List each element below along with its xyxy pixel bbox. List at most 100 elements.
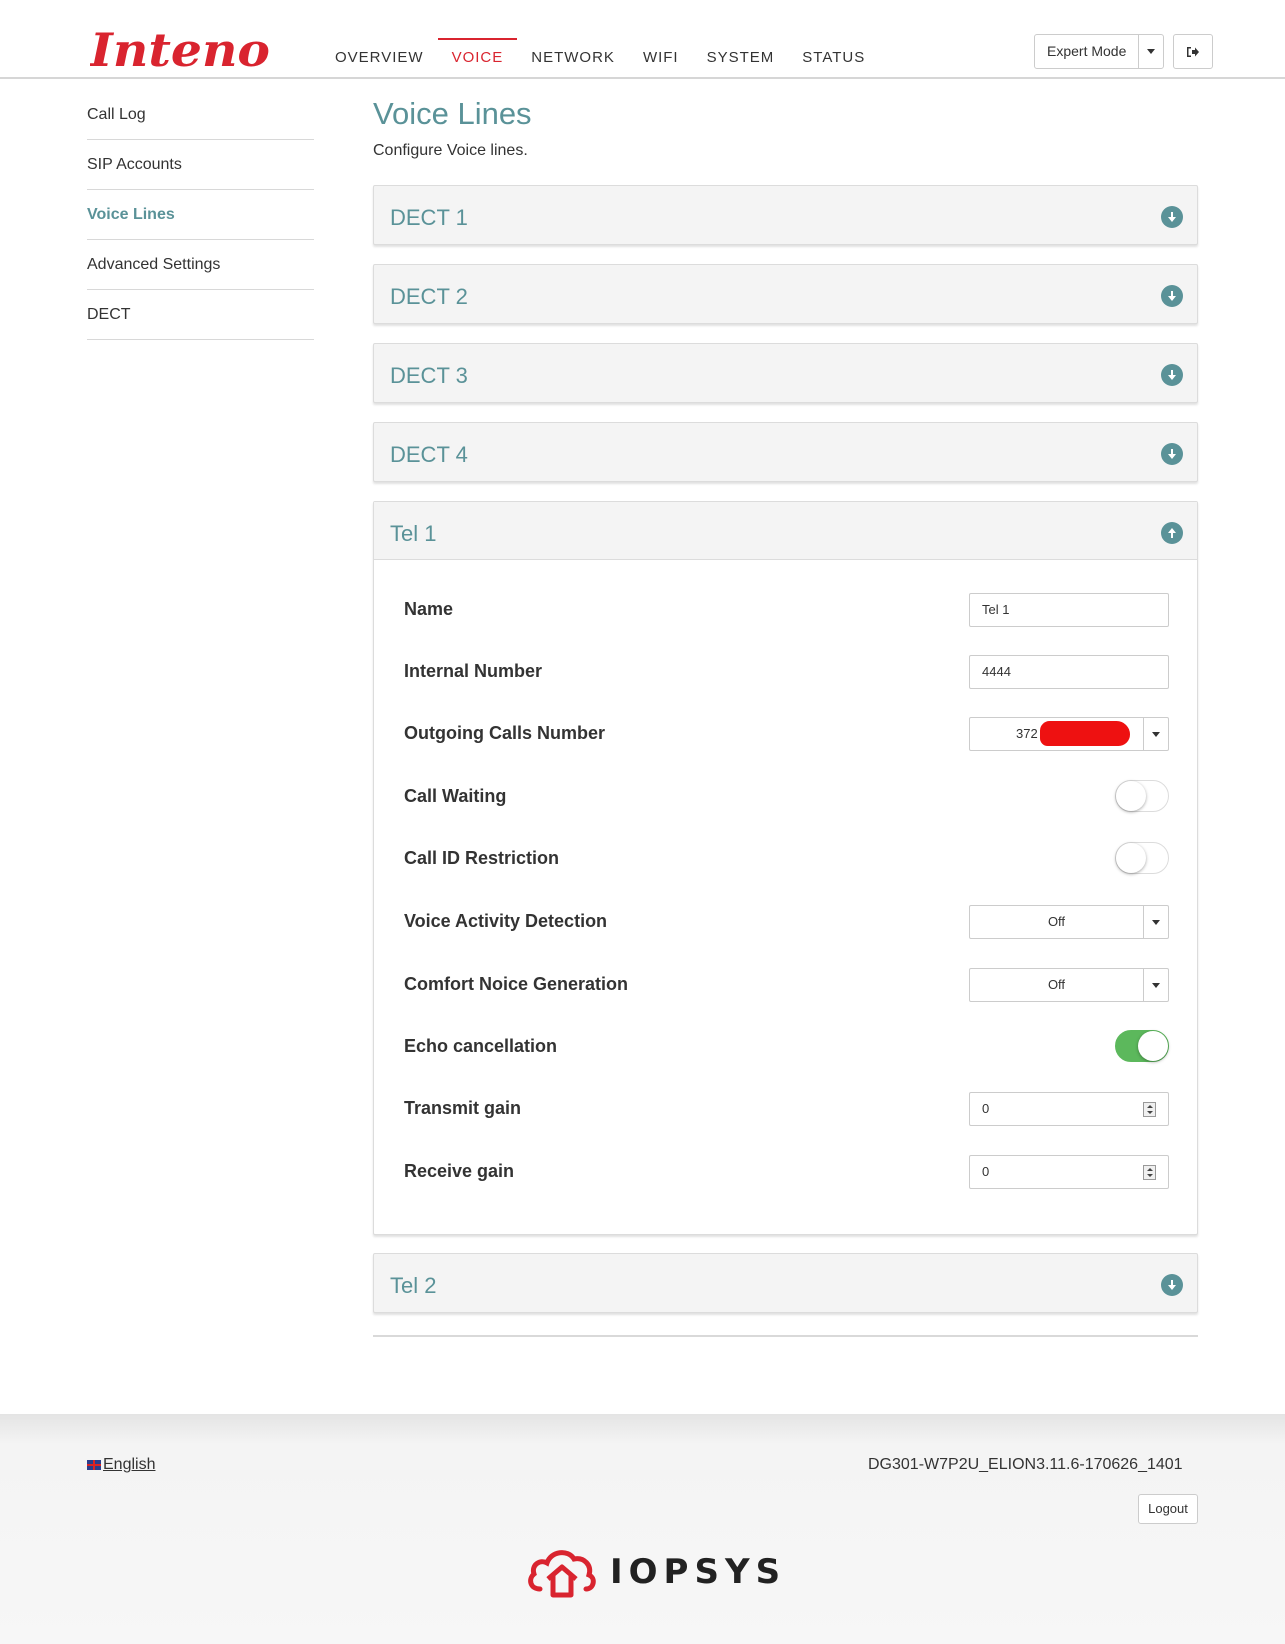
- iopsys-wordmark: IOPSYS: [610, 1552, 787, 1592]
- outgoing-calls-number-select[interactable]: 372: [969, 717, 1169, 751]
- select-value: 372: [1016, 726, 1038, 741]
- row-outgoing-calls-number: Outgoing Calls Number 372: [404, 717, 1169, 757]
- footer: English DG301-W7P2U_ELION3.11.6-170626_1…: [0, 1414, 1285, 1644]
- field-label: Comfort Noice Generation: [404, 974, 629, 994]
- logout-button[interactable]: Logout: [1138, 1494, 1198, 1524]
- row-call-id-restriction: Call ID Restriction: [404, 842, 1169, 882]
- select-value: Off: [1047, 977, 1066, 992]
- row-call-waiting: Call Waiting: [404, 780, 1169, 820]
- iopsys-logo: IOPSYS: [526, 1542, 786, 1602]
- nav-overview[interactable]: OVERVIEW: [320, 38, 438, 78]
- panel-title: DECT 3: [390, 363, 468, 388]
- panel-title: DECT 4: [390, 442, 468, 467]
- chevron-down-icon[interactable]: [1161, 206, 1183, 228]
- chevron-down-icon[interactable]: [1161, 443, 1183, 465]
- internal-number-input[interactable]: 4444: [969, 655, 1169, 689]
- chevron-down-icon[interactable]: [1161, 1274, 1183, 1296]
- dropdown-button[interactable]: [1143, 969, 1168, 1001]
- field-label: Echo cancellation: [404, 1036, 558, 1056]
- name-input[interactable]: Tel 1: [969, 593, 1169, 627]
- firmware-version: DG301-W7P2U_ELION3.11.6-170626_1401: [868, 1456, 1183, 1473]
- voice-activity-detection-select[interactable]: Off: [969, 905, 1169, 939]
- spinner-arrows-icon[interactable]: [1143, 1165, 1156, 1180]
- panel-tel-1: Tel 1 Name Tel 1 Internal Number 4444 Ou…: [373, 501, 1198, 1235]
- row-internal-number: Internal Number 4444: [404, 655, 1169, 695]
- nav-network[interactable]: NETWORK: [517, 38, 629, 78]
- panel-dect-3: DECT 3: [373, 343, 1198, 403]
- page-title: Voice Lines: [373, 96, 532, 131]
- sidebar-item-dect[interactable]: DECT: [87, 290, 314, 340]
- redaction-mark: [1040, 721, 1130, 746]
- panel-header[interactable]: DECT 3: [374, 344, 1197, 402]
- spin-value: 0: [982, 1164, 990, 1179]
- field-label: Transmit gain: [404, 1098, 522, 1118]
- svg-text:Inteno: Inteno: [90, 24, 270, 74]
- panel-header[interactable]: Tel 2: [374, 1254, 1197, 1312]
- row-name: Name Tel 1: [404, 593, 1169, 633]
- panel-header[interactable]: DECT 1: [374, 186, 1197, 244]
- nav-voice[interactable]: VOICE: [437, 38, 518, 78]
- language-label[interactable]: English: [103, 1456, 155, 1474]
- chevron-up-icon[interactable]: [1161, 522, 1183, 544]
- main-nav: OVERVIEW VOICE NETWORK WIFI SYSTEM STATU…: [320, 38, 879, 78]
- main-content: Voice Lines Configure Voice lines.: [373, 90, 1198, 164]
- nav-wifi[interactable]: WIFI: [629, 38, 693, 78]
- mode-selector[interactable]: Expert Mode: [1034, 34, 1165, 69]
- row-echo-cancellation: Echo cancellation: [404, 1030, 1169, 1070]
- caret-down-icon: [1147, 49, 1156, 54]
- sign-out-icon: [1187, 46, 1199, 57]
- field-label: Receive gain: [404, 1161, 515, 1181]
- sidebar: Call Log SIP Accounts Voice Lines Advanc…: [87, 90, 314, 340]
- cloud-house-icon: [528, 1550, 596, 1598]
- nav-status[interactable]: STATUS: [788, 38, 879, 78]
- language-selector[interactable]: English: [87, 1456, 155, 1474]
- call-waiting-toggle[interactable]: [1115, 780, 1169, 812]
- call-id-restriction-toggle[interactable]: [1115, 842, 1169, 874]
- row-transmit-gain: Transmit gain 0: [404, 1092, 1169, 1132]
- dropdown-button[interactable]: [1143, 718, 1168, 750]
- field-label: Call Waiting: [404, 786, 507, 806]
- toggle-knob: [1138, 1031, 1168, 1061]
- chevron-down-icon[interactable]: [1161, 285, 1183, 307]
- top-header: Inteno OVERVIEW VOICE NETWORK WIFI SYSTE…: [0, 0, 1285, 79]
- nav-system[interactable]: SYSTEM: [693, 38, 789, 78]
- mode-dropdown-button[interactable]: [1139, 35, 1163, 68]
- panel-header[interactable]: DECT 2: [374, 265, 1197, 323]
- panel-dect-2: DECT 2: [373, 264, 1198, 324]
- comfort-noise-generation-select[interactable]: Off: [969, 968, 1169, 1002]
- sidebar-item-advanced-settings[interactable]: Advanced Settings: [87, 240, 314, 290]
- inteno-logo[interactable]: Inteno: [90, 24, 274, 74]
- transmit-gain-input[interactable]: 0: [969, 1092, 1169, 1126]
- toggle-knob: [1116, 843, 1146, 873]
- caret-down-icon: [1152, 982, 1160, 988]
- panel-dect-4: DECT 4: [373, 422, 1198, 482]
- page-subtitle: Configure Voice lines.: [373, 142, 528, 159]
- row-receive-gain: Receive gain 0: [404, 1155, 1169, 1195]
- toggle-knob: [1116, 781, 1146, 811]
- panel-title: DECT 2: [390, 284, 468, 309]
- panel-header[interactable]: Tel 1: [374, 502, 1197, 560]
- sidebar-item-voice-lines[interactable]: Voice Lines: [87, 190, 314, 240]
- chevron-down-icon[interactable]: [1161, 364, 1183, 386]
- divider: [373, 1335, 1198, 1337]
- sidebar-item-call-log[interactable]: Call Log: [87, 90, 314, 140]
- field-label: Call ID Restriction: [404, 848, 560, 868]
- field-label: Voice Activity Detection: [404, 911, 608, 931]
- sidebar-item-sip-accounts[interactable]: SIP Accounts: [87, 140, 314, 190]
- dropdown-button[interactable]: [1143, 906, 1168, 938]
- panel-tel-2: Tel 2: [373, 1253, 1198, 1313]
- panel-title: DECT 1: [390, 205, 468, 230]
- caret-down-icon: [1152, 919, 1160, 925]
- echo-cancellation-toggle[interactable]: [1115, 1030, 1169, 1062]
- panel-header[interactable]: DECT 4: [374, 423, 1197, 481]
- field-label: Internal Number: [404, 661, 543, 681]
- spin-value: 0: [982, 1101, 990, 1116]
- select-value: Off: [1047, 914, 1066, 929]
- receive-gain-input[interactable]: 0: [969, 1155, 1169, 1189]
- mode-label[interactable]: Expert Mode: [1035, 35, 1140, 68]
- spinner-arrows-icon[interactable]: [1143, 1102, 1156, 1117]
- field-label: Name: [404, 599, 454, 619]
- caret-down-icon: [1152, 731, 1160, 737]
- panel-title: Tel 1: [390, 521, 437, 546]
- sign-out-button[interactable]: [1173, 34, 1213, 69]
